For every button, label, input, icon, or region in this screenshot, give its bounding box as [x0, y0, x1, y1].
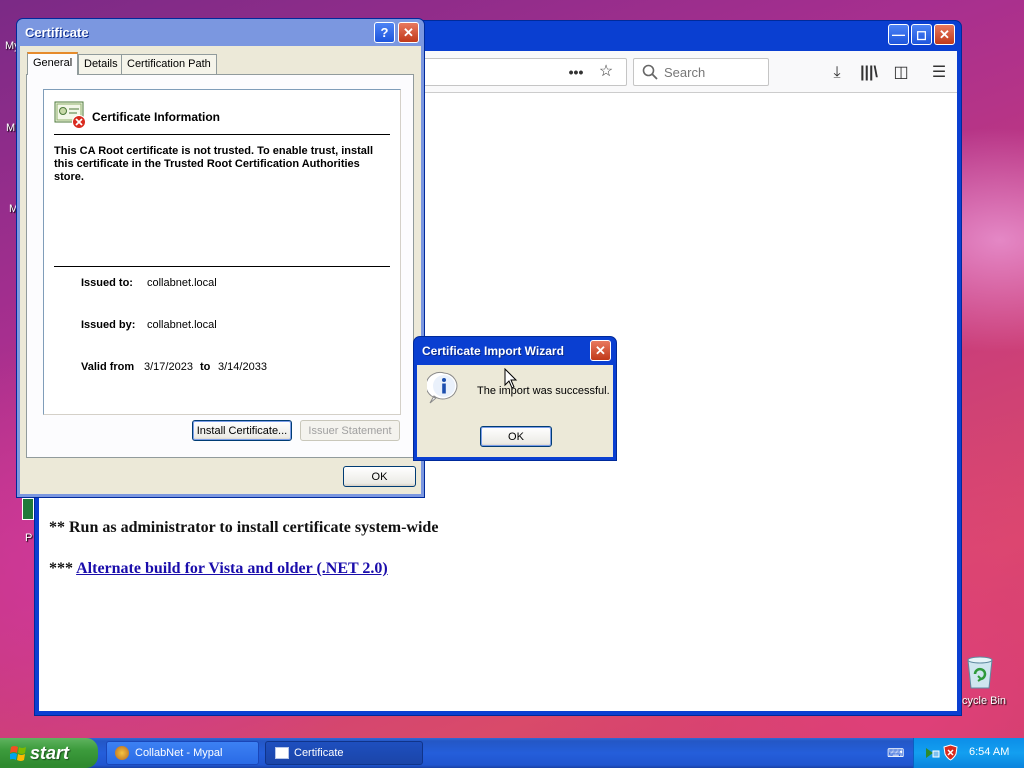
- certificate-dialog-title: Certificate: [25, 25, 89, 40]
- window-app-icon: [275, 747, 289, 759]
- maximize-icon: ◻: [916, 26, 927, 42]
- issuer-statement-button[interactable]: Issuer Statement: [300, 420, 400, 441]
- information-icon: [427, 372, 458, 404]
- network-icon[interactable]: [924, 745, 940, 761]
- security-shield-icon[interactable]: [943, 744, 958, 761]
- desktop-icon[interactable]: [22, 498, 34, 520]
- ok-button[interactable]: OK: [480, 426, 552, 447]
- issued-to-label: Issued to:: [81, 277, 133, 289]
- import-wizard-dialog: Certificate Import Wizard ✕ The import w…: [413, 336, 617, 461]
- help-icon: ?: [380, 25, 389, 40]
- help-button[interactable]: ?: [374, 22, 395, 43]
- tab-certification-path[interactable]: Certification Path: [121, 54, 217, 74]
- certificate-trust-message: This CA Root certificate is not trusted.…: [54, 145, 374, 183]
- sidebar-icon[interactable]: ◫: [891, 63, 911, 83]
- tab-panel-general: Certificate Information This CA Root cer…: [26, 74, 414, 458]
- taskbar-item-browser[interactable]: CollabNet - Mypal: [106, 741, 259, 765]
- issued-by-label: Issued by:: [81, 319, 136, 331]
- page-text-line: *** Alternate build for Vista and older …: [49, 560, 388, 578]
- certificate-info-header: Certificate Information: [54, 99, 390, 135]
- search-input[interactable]: Search: [633, 58, 769, 86]
- close-button[interactable]: ✕: [590, 340, 611, 361]
- taskbar-item-label: Certificate: [294, 747, 344, 759]
- valid-from-value: 3/17/2023: [144, 361, 193, 373]
- close-icon: ✕: [595, 342, 606, 358]
- certificate-error-icon: [54, 101, 86, 129]
- desktop-icon-label[interactable]: M: [6, 122, 15, 134]
- tab-general[interactable]: General: [27, 52, 79, 75]
- taskbar-item-label: CollabNet - Mypal: [135, 747, 223, 759]
- minimize-button[interactable]: —: [888, 24, 909, 45]
- alternate-build-link[interactable]: Alternate build for Vista and older (.NE…: [76, 560, 388, 577]
- system-tray: 6:54 AM: [913, 738, 1024, 768]
- recycle-bin-label[interactable]: cycle Bin: [962, 695, 1006, 707]
- desktop-icon-label[interactable]: P: [25, 532, 32, 544]
- close-icon: ✕: [939, 26, 950, 42]
- page-text-line: ** Run as administrator to install certi…: [49, 519, 439, 536]
- tab-details[interactable]: Details: [78, 54, 124, 74]
- maximize-button[interactable]: ◻: [911, 24, 932, 45]
- bookmark-star-icon[interactable]: ☆: [596, 62, 616, 82]
- page-text-prefix: ***: [49, 560, 77, 577]
- clock[interactable]: 6:54 AM: [969, 746, 1009, 758]
- close-icon: ✕: [403, 24, 414, 40]
- search-placeholder: Search: [664, 64, 706, 80]
- windows-logo-icon: [10, 746, 26, 761]
- search-icon: [642, 64, 658, 80]
- valid-to-label: to: [200, 361, 211, 373]
- mouse-cursor-icon: [504, 368, 518, 389]
- keyboard-icon[interactable]: ⌨: [887, 746, 904, 760]
- certificate-info-box: Certificate Information This CA Root cer…: [43, 89, 401, 415]
- library-icon[interactable]: |||\: [859, 63, 879, 83]
- valid-from-label: Valid from: [81, 361, 135, 373]
- minimize-icon: —: [892, 27, 905, 42]
- import-wizard-titlebar[interactable]: Certificate Import Wizard ✕: [417, 337, 613, 365]
- start-label: start: [30, 742, 70, 763]
- ok-button[interactable]: OK: [343, 466, 416, 487]
- recycle-bin-icon[interactable]: [960, 656, 1000, 690]
- separator: [54, 266, 390, 267]
- import-success-message: The import was successful.: [477, 385, 610, 397]
- taskbar-item-certificate[interactable]: Certificate: [265, 741, 423, 765]
- certificate-dialog: Certificate ? ✕ General Details Certific…: [16, 18, 425, 498]
- issued-by-value: collabnet.local: [147, 319, 217, 331]
- taskbar: start CollabNet - Mypal Certificate ⌨ 6:…: [0, 738, 1024, 768]
- menu-icon[interactable]: ☰: [929, 63, 949, 83]
- close-button[interactable]: ✕: [398, 22, 419, 43]
- certificate-dialog-titlebar[interactable]: Certificate ? ✕: [20, 19, 421, 46]
- download-icon[interactable]: ⤓: [827, 63, 847, 83]
- certificate-info-title: Certificate Information: [92, 110, 221, 124]
- more-actions-icon[interactable]: •••: [566, 62, 586, 82]
- browser-app-icon: [115, 746, 129, 760]
- close-button[interactable]: ✕: [934, 24, 955, 45]
- certificate-dialog-body: General Details Certification Path Certi…: [20, 46, 421, 494]
- start-button[interactable]: start: [0, 738, 98, 768]
- import-wizard-title: Certificate Import Wizard: [422, 344, 564, 358]
- install-certificate-button[interactable]: Install Certificate...: [192, 420, 292, 441]
- valid-to-value: 3/14/2033: [218, 361, 267, 373]
- issued-to-value: collabnet.local: [147, 277, 217, 289]
